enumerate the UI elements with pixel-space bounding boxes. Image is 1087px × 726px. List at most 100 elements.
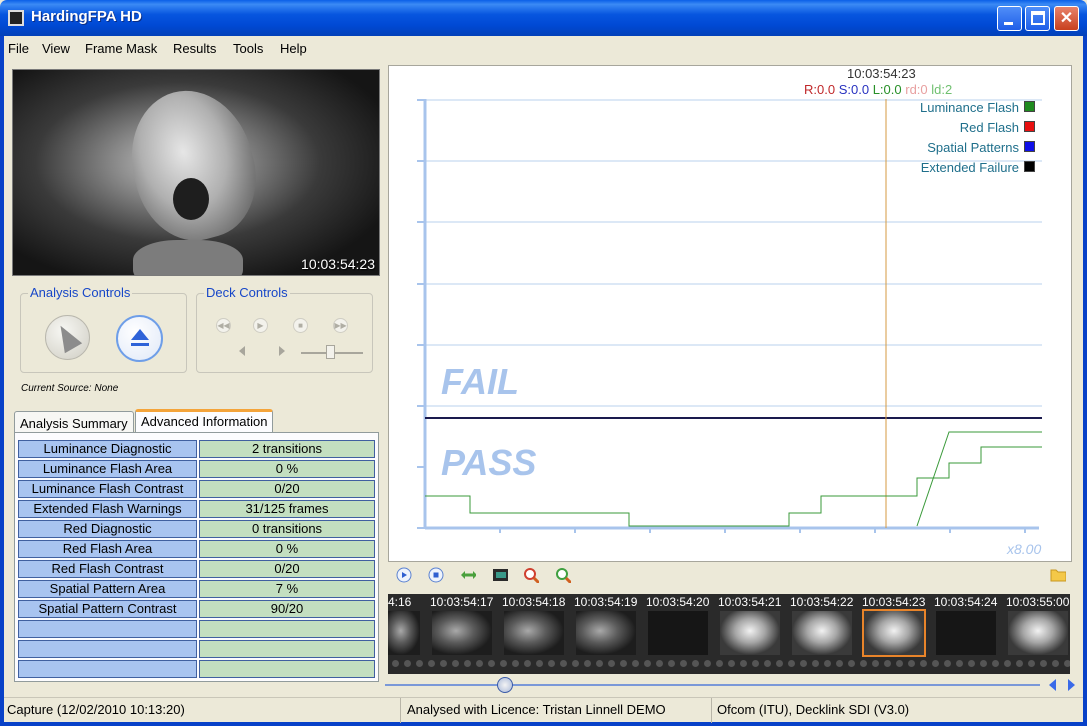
folder-icon[interactable] — [1050, 567, 1066, 583]
timeline-scroll-thumb[interactable] — [497, 677, 513, 693]
preview-face — [115, 77, 271, 253]
rewind-button[interactable]: ◀◀ — [216, 318, 231, 333]
legend-item: Extended Failure — [920, 160, 1019, 175]
film-timecode: 4:16 — [388, 595, 412, 609]
deck-controls-title: Deck Controls — [204, 285, 290, 300]
film-timecode: 10:03:54:18 — [502, 595, 566, 609]
window-frame-left — [0, 36, 4, 726]
filmstrip[interactable]: 4:16 10:03:54:17 10:03:54:18 10:03:54:19 10:… — [388, 594, 1070, 674]
minimize-button[interactable] — [997, 6, 1022, 31]
info-row: Red Diagnostic 0 transitions — [18, 520, 375, 538]
film-frame[interactable] — [432, 611, 492, 655]
film-frame[interactable] — [576, 611, 636, 655]
info-row: Spatial Pattern Area 7 % — [18, 580, 375, 598]
film-frame[interactable] — [504, 611, 564, 655]
info-row: Red Flash Area 0 % — [18, 540, 375, 558]
menu-file[interactable]: File — [8, 41, 29, 56]
film-frame[interactable] — [936, 611, 996, 655]
info-label: Spatial Pattern Area — [18, 580, 197, 598]
zoom-out-icon[interactable] — [523, 567, 539, 583]
scroll-right-icon[interactable] — [1068, 679, 1075, 691]
preview-hand — [133, 240, 243, 275]
info-label — [18, 620, 197, 638]
legend-item: Spatial Patterns — [927, 140, 1019, 155]
info-value: 0/20 — [199, 480, 375, 498]
play-icon[interactable] — [396, 567, 412, 583]
film-timecode: 10:03:55:00 — [1006, 595, 1070, 609]
window-frame-right — [1083, 36, 1087, 726]
deck-controls-group: Deck Controls ◀◀ ▶ ■ ▶▶ — [196, 285, 373, 373]
analyse-button[interactable] — [45, 315, 90, 360]
info-row: Red Flash Contrast 0/20 — [18, 560, 375, 578]
info-row: Luminance Diagnostic 2 transitions — [18, 440, 375, 458]
info-value: 0 % — [199, 540, 375, 558]
info-label: Luminance Diagnostic — [18, 440, 197, 458]
status-capture: Capture (12/02/2010 10:13:20) — [4, 698, 401, 723]
video-preview: 10:03:54:23 — [12, 69, 380, 276]
info-label: Red Flash Contrast — [18, 560, 197, 578]
fail-label: FAIL — [441, 361, 519, 402]
eject-icon-bar — [131, 343, 149, 346]
pass-label: PASS — [441, 442, 537, 483]
play-button[interactable]: ▶ — [253, 318, 268, 333]
menu-view[interactable]: View — [42, 41, 70, 56]
info-value: 90/20 — [199, 600, 375, 618]
film-frame[interactable] — [792, 611, 852, 655]
zoom-in-icon[interactable] — [555, 567, 571, 583]
film-frame[interactable] — [388, 611, 420, 655]
info-value — [199, 660, 375, 678]
film-frame-selected[interactable] — [862, 609, 926, 657]
film-frame[interactable] — [648, 611, 708, 655]
close-button[interactable]: ✕ — [1054, 6, 1079, 31]
deck-speed-slider[interactable] — [301, 345, 363, 359]
status-standard: Ofcom (ITU), Decklink SDI (V3.0) — [717, 702, 910, 717]
analysis-controls-title: Analysis Controls — [28, 285, 133, 300]
menu-frame-mask[interactable]: Frame Mask — [85, 41, 157, 56]
info-value — [199, 620, 375, 638]
extended-trace — [916, 431, 1042, 527]
step-back-icon[interactable] — [239, 346, 245, 356]
deck-slider-thumb[interactable] — [326, 345, 335, 359]
menu-help[interactable]: Help — [280, 41, 307, 56]
readout-rd: rd:0 — [905, 82, 928, 97]
info-row: Luminance Flash Contrast 0/20 — [18, 480, 375, 498]
readout-s: S:0.0 — [838, 82, 870, 97]
info-value: 0/20 — [199, 560, 375, 578]
tab-advanced-information[interactable]: Advanced Information — [135, 409, 274, 433]
scroll-left-icon[interactable] — [1049, 679, 1056, 691]
info-label: Luminance Flash Area — [18, 460, 197, 478]
film-frame[interactable] — [1008, 611, 1068, 655]
film-sprocket-holes — [388, 660, 1070, 670]
info-value: 0 transitions — [199, 520, 375, 538]
eject-button[interactable] — [116, 315, 163, 362]
filmstrip-icon[interactable] — [492, 567, 508, 583]
graph-readout: R:0.0 S:0.0 L:0.0 rd:0 ld:2 — [804, 82, 952, 97]
info-row: Extended Flash Warnings 31/125 frames — [18, 500, 375, 518]
readout-r: R:0.0 — [804, 82, 836, 97]
menu-bar: File View Frame Mask Results Tools Help — [4, 37, 1083, 59]
legend-swatch — [1024, 101, 1035, 112]
minimize-icon — [1004, 22, 1013, 25]
film-timecode: 10:03:54:24 — [934, 595, 998, 609]
maximize-button[interactable] — [1025, 6, 1050, 31]
info-row — [18, 660, 375, 678]
film-frame[interactable] — [720, 611, 780, 655]
legend-item: Luminance Flash — [920, 100, 1019, 115]
step-forward-icon[interactable] — [279, 346, 285, 356]
legend-swatch — [1024, 121, 1035, 132]
timeline-scrollbar[interactable] — [385, 677, 1040, 693]
info-label — [18, 640, 197, 658]
info-label — [18, 660, 197, 678]
film-timecode: 10:03:54:22 — [790, 595, 854, 609]
analysis-controls-group: Analysis Controls — [20, 285, 187, 373]
preview-mouth — [173, 178, 209, 220]
info-value: 7 % — [199, 580, 375, 598]
fast-forward-button[interactable]: ▶▶ — [333, 318, 348, 333]
menu-results[interactable]: Results — [173, 41, 216, 56]
fit-width-icon[interactable] — [460, 567, 476, 583]
stop-icon[interactable] — [428, 567, 444, 583]
stop-button[interactable]: ■ — [293, 318, 308, 333]
legend-swatch — [1024, 141, 1035, 152]
tab-analysis-summary[interactable]: Analysis Summary — [14, 411, 134, 433]
menu-tools[interactable]: Tools — [233, 41, 263, 56]
